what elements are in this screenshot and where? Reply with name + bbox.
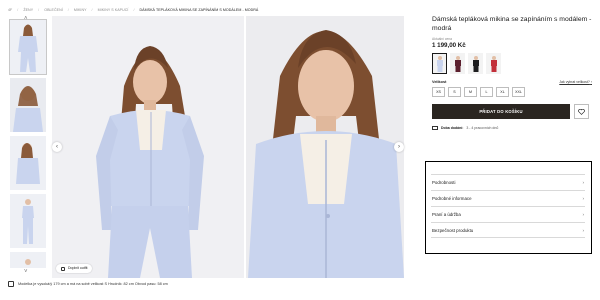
accordion-label: Bezpečnost produktu xyxy=(432,227,474,233)
breadcrumb-item[interactable]: ŽENY xyxy=(23,8,33,12)
accordion-details[interactable]: Podrobnosti › xyxy=(431,174,585,190)
delivery-label: Doba dodání: xyxy=(441,126,464,131)
swatch-image xyxy=(436,56,443,73)
breadcrumb-current: DÁMSKÁ TEPLÁKOVÁ MIKINA SE ZAPÍNÁNÍM S M… xyxy=(139,8,259,12)
product-price: 1 199,00 Kč xyxy=(432,42,466,50)
thumbnail-image xyxy=(10,20,46,74)
swatch-image xyxy=(454,56,461,73)
color-swatch-red[interactable] xyxy=(486,53,501,75)
add-to-cart-button[interactable]: PŘIDAT DO KOŠÍKU xyxy=(432,104,570,120)
size-label: Velikost xyxy=(432,80,447,85)
chevron-right-icon: › xyxy=(582,196,585,201)
color-swatches xyxy=(432,53,592,75)
breadcrumb-item[interactable]: MIKINY xyxy=(74,8,87,12)
size-option-m[interactable]: M xyxy=(464,87,477,98)
product-photo-closeup[interactable] xyxy=(246,16,404,278)
size-option-s[interactable]: S xyxy=(448,87,461,98)
color-swatch-black[interactable] xyxy=(468,53,483,75)
color-swatch-burgundy[interactable] xyxy=(450,53,465,75)
chevron-right-icon: › xyxy=(398,144,400,150)
product-details-accordion: Podrobnosti › Podrobné informace › Praní… xyxy=(425,161,592,254)
hanger-icon xyxy=(61,266,65,271)
thumbnail-side[interactable] xyxy=(10,136,46,190)
accordion-care[interactable]: Praní a údržba › xyxy=(431,206,585,222)
product-title: Dámská tepláková mikina se zapínáním s m… xyxy=(432,16,592,32)
complete-outfit-button[interactable]: Doplnit outfit xyxy=(56,264,93,273)
thumbnail-image xyxy=(10,78,46,132)
thumbnail-front[interactable] xyxy=(9,19,47,75)
size-guide-link[interactable]: Jak vybrat velikost? › xyxy=(559,80,592,84)
size-option-l[interactable]: L xyxy=(480,87,493,98)
size-option-xxl[interactable]: XXL xyxy=(512,87,525,98)
product-info-panel: Dámská tepláková mikina se zapínáním s m… xyxy=(432,16,592,131)
chevron-left-icon: ‹ xyxy=(56,144,58,150)
thumbnail-full[interactable] xyxy=(10,194,46,248)
size-header: Velikost Jak vybrat velikost? › xyxy=(432,80,592,84)
thumbnail-image xyxy=(10,252,46,268)
model-photo-closeup xyxy=(246,16,404,278)
model-photo xyxy=(52,16,244,278)
delivery-value: 3 - 4 pracovních dnů xyxy=(466,126,499,131)
chevron-right-icon: › xyxy=(590,80,592,85)
thumbnail-image xyxy=(10,136,46,190)
color-swatch-light-blue[interactable] xyxy=(432,53,447,75)
size-option-xs[interactable]: XS xyxy=(432,87,445,98)
size-option-xl[interactable]: XL xyxy=(496,87,509,98)
product-photo-main[interactable] xyxy=(52,16,244,278)
complete-outfit-label: Doplnit outfit xyxy=(68,266,88,270)
gallery-next-button[interactable]: › xyxy=(394,142,404,152)
thumb-scroll-down-icon[interactable]: ˅ xyxy=(24,269,28,275)
ruler-icon xyxy=(8,281,14,287)
accordion-label: Praní a údržba xyxy=(432,212,461,217)
wishlist-button[interactable] xyxy=(574,104,589,120)
accordion-label: Podrobné informace xyxy=(432,196,472,201)
swatch-image xyxy=(472,56,479,73)
breadcrumb: 4F / ŽENY / OBLEČENÍ / MIKINY / MIKINY S KAP… xyxy=(8,8,259,12)
heart-icon xyxy=(578,108,585,115)
price-label: Aktuální cena xyxy=(432,37,452,42)
breadcrumb-item[interactable]: 4F xyxy=(8,8,12,12)
chevron-right-icon: › xyxy=(582,227,585,233)
breadcrumb-item[interactable]: MIKINY S KAPUCÍ xyxy=(98,8,129,12)
accordion-label: Podrobnosti xyxy=(432,180,456,185)
delivery-info: Doba dodání: 3 - 4 pracovních dnů xyxy=(432,126,592,131)
model-size-text: Modelka je vysoká/ý 179 cm a má na sobě … xyxy=(18,282,168,286)
model-size-info: Modelka je vysoká/ý 179 cm a má na sobě … xyxy=(8,281,168,287)
accordion-safety[interactable]: Bezpečnost produktu › xyxy=(431,222,585,238)
chevron-right-icon: › xyxy=(582,212,585,217)
chevron-right-icon: › xyxy=(582,180,585,185)
accordion-detailed-info[interactable]: Podrobné informace › xyxy=(431,190,585,206)
cart-actions: PŘIDAT DO KOŠÍKU xyxy=(432,104,592,120)
thumbnail-closeup[interactable] xyxy=(10,78,46,132)
thumbnail-more[interactable] xyxy=(10,252,46,268)
thumbnail-strip: ˄ ˅ xyxy=(6,16,50,278)
breadcrumb-item[interactable]: OBLEČENÍ xyxy=(44,8,63,12)
truck-icon xyxy=(432,126,438,131)
thumbnail-image xyxy=(10,194,46,248)
size-options: XS S M L XL XXL xyxy=(432,87,592,98)
gallery-prev-button[interactable]: ‹ xyxy=(52,142,62,152)
swatch-image xyxy=(490,56,497,73)
